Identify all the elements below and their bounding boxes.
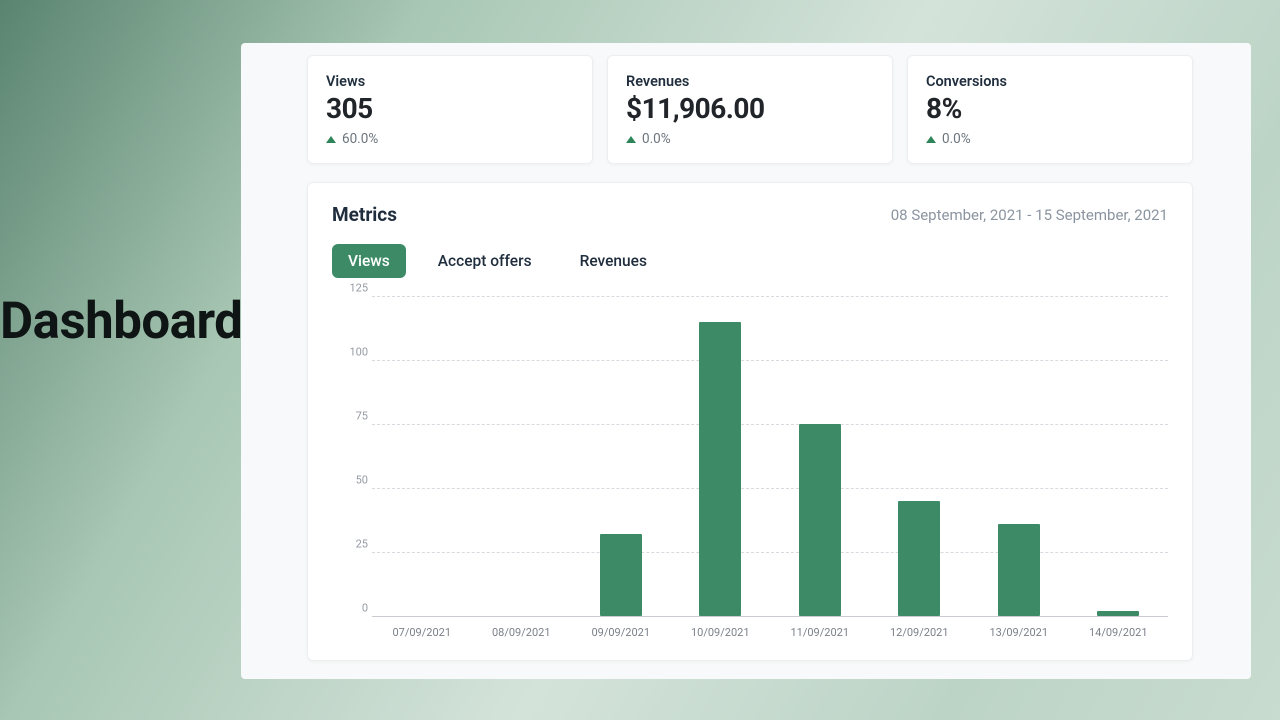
stat-card-revenues: Revenues $11,906.00 0.0% <box>607 55 893 164</box>
metrics-header: Metrics 08 September, 2021 - 15 Septembe… <box>332 203 1168 226</box>
chart-x-label: 11/09/2021 <box>770 616 870 639</box>
stat-label: Revenues <box>626 73 874 90</box>
metrics-date-range: 08 September, 2021 - 15 September, 2021 <box>891 206 1168 224</box>
chart-x-label: 07/09/2021 <box>372 616 472 639</box>
chart-bar-slot <box>671 296 771 616</box>
chart-y-axis: 0255075100125 <box>332 288 372 608</box>
chart-x-label: 12/09/2021 <box>870 616 970 639</box>
metrics-tabs: Views Accept offers Revenues <box>332 244 1168 278</box>
chart-bar-slot <box>472 296 572 616</box>
dashboard-panel: Views 305 60.0% Revenues $11,906.00 0.0%… <box>241 43 1251 679</box>
stat-value: 305 <box>326 92 574 125</box>
chart-bar-slot <box>1069 296 1169 616</box>
stat-label: Conversions <box>926 73 1174 90</box>
stat-delta: 0.0% <box>626 131 874 147</box>
chart-x-label: 10/09/2021 <box>671 616 771 639</box>
stat-delta-text: 0.0% <box>642 131 671 147</box>
chart-y-tick: 0 <box>332 602 368 615</box>
chart-bar-slot <box>372 296 472 616</box>
chart-bar[interactable] <box>998 524 1040 616</box>
chart-x-label: 13/09/2021 <box>969 616 1069 639</box>
views-bar-chart: 0255075100125 07/09/202108/09/202109/09/… <box>332 288 1168 648</box>
stat-delta: 0.0% <box>926 131 1174 147</box>
caret-up-icon <box>626 136 636 143</box>
stat-delta-text: 0.0% <box>942 131 971 147</box>
chart-bars <box>372 296 1168 616</box>
chart-y-tick: 50 <box>332 474 368 487</box>
chart-bar-slot <box>770 296 870 616</box>
chart-bar[interactable] <box>699 322 741 616</box>
stat-card-views: Views 305 60.0% <box>307 55 593 164</box>
chart-y-tick: 125 <box>332 282 368 295</box>
chart-x-label: 09/09/2021 <box>571 616 671 639</box>
chart-bar[interactable] <box>1097 611 1139 616</box>
chart-grid-line <box>372 616 1168 617</box>
chart-x-label: 14/09/2021 <box>1069 616 1169 639</box>
metrics-title: Metrics <box>332 203 397 226</box>
chart-bar[interactable] <box>600 534 642 616</box>
chart-bar[interactable] <box>898 501 940 616</box>
metrics-card: Metrics 08 September, 2021 - 15 Septembe… <box>307 182 1193 661</box>
tab-views[interactable]: Views <box>332 244 406 278</box>
chart-bar[interactable] <box>799 424 841 616</box>
chart-x-axis: 07/09/202108/09/202109/09/202110/09/2021… <box>372 616 1168 639</box>
tab-accept-offers[interactable]: Accept offers <box>422 244 548 278</box>
stat-label: Views <box>326 73 574 90</box>
tab-revenues[interactable]: Revenues <box>564 244 663 278</box>
page-title: Dashboard <box>0 292 242 351</box>
chart-bar-slot <box>571 296 671 616</box>
stat-card-conversions: Conversions 8% 0.0% <box>907 55 1193 164</box>
chart-bar-slot <box>969 296 1069 616</box>
stat-value: 8% <box>926 92 1174 125</box>
caret-up-icon <box>326 136 336 143</box>
caret-up-icon <box>926 136 936 143</box>
chart-x-label: 08/09/2021 <box>472 616 572 639</box>
stat-delta-text: 60.0% <box>342 131 378 147</box>
chart-grid <box>372 296 1168 616</box>
stat-value: $11,906.00 <box>626 92 874 125</box>
chart-y-tick: 25 <box>332 538 368 551</box>
stat-delta: 60.0% <box>326 131 574 147</box>
chart-y-tick: 75 <box>332 410 368 423</box>
chart-bar-slot <box>870 296 970 616</box>
stats-row: Views 305 60.0% Revenues $11,906.00 0.0%… <box>307 55 1193 164</box>
chart-y-tick: 100 <box>332 346 368 359</box>
